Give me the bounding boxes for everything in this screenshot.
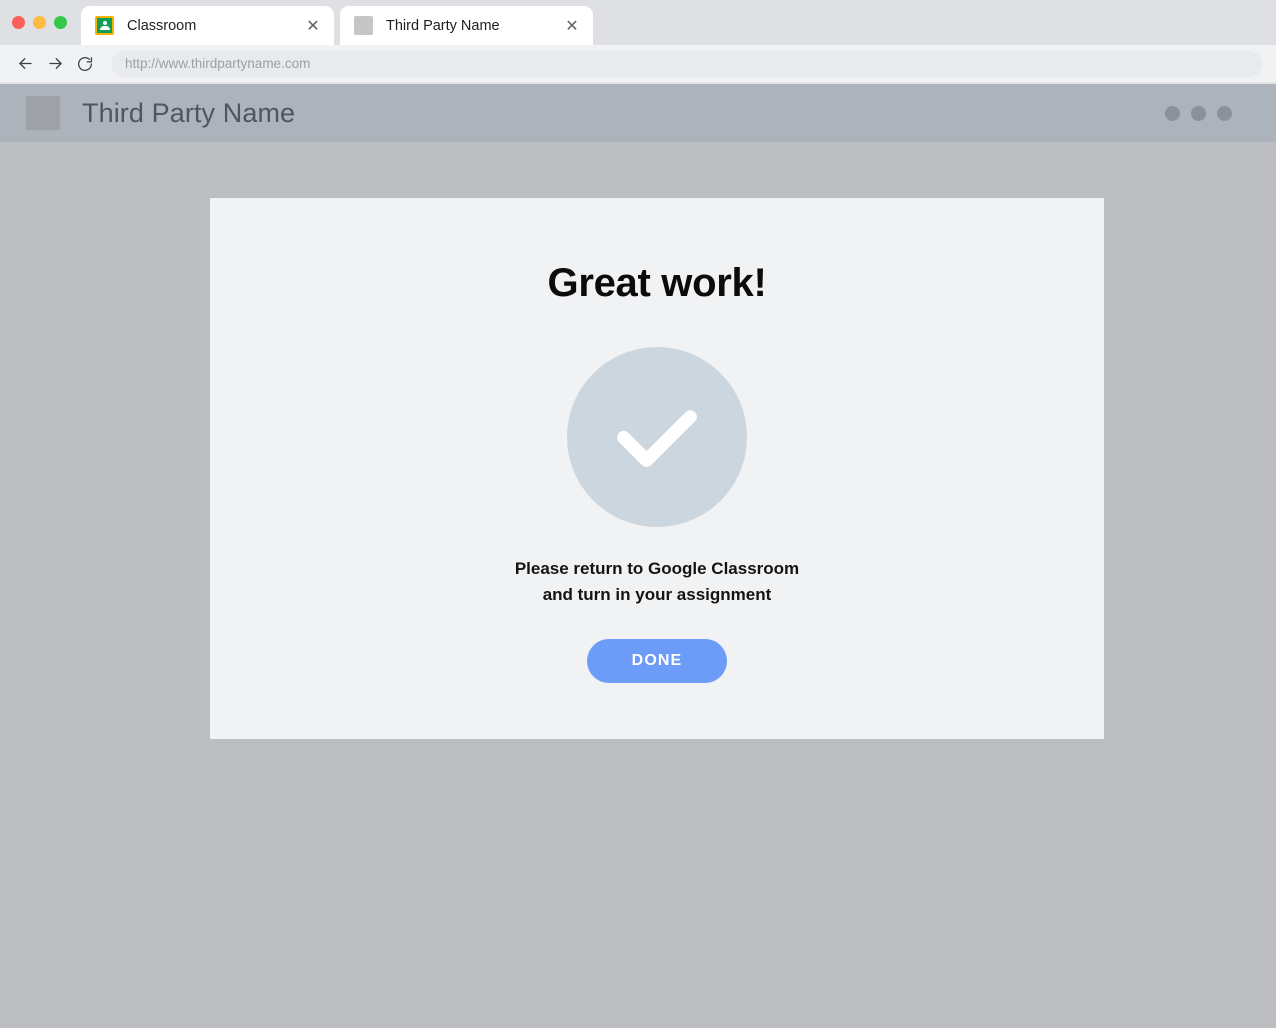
- browser-window: Classroom ✕ Third Party Name ✕ http://ww…: [0, 0, 1276, 1028]
- browser-tab-classroom[interactable]: Classroom ✕: [81, 6, 334, 45]
- nav-dot-icon[interactable]: [1191, 105, 1206, 121]
- minimize-window-button[interactable]: [33, 16, 46, 29]
- reload-icon[interactable]: [70, 49, 100, 79]
- nav-dot-icon[interactable]: [1217, 105, 1232, 121]
- page-title: Great work!: [547, 261, 767, 305]
- site-nav: [1165, 105, 1232, 121]
- address-bar-text: http://www.thirdpartyname.com: [125, 56, 311, 71]
- browser-tabs: Classroom ✕ Third Party Name ✕: [81, 6, 593, 45]
- completion-message-line-2: and turn in your assignment: [542, 585, 772, 604]
- done-button[interactable]: DONE: [587, 639, 727, 683]
- close-window-button[interactable]: [12, 16, 25, 29]
- browser-tab-strip: Classroom ✕ Third Party Name ✕: [0, 0, 1276, 45]
- site-header: Third Party Name: [0, 84, 1276, 142]
- arrow-right-icon[interactable]: [40, 49, 70, 79]
- page-viewport: Third Party Name Great work! Please retu…: [0, 84, 1276, 1028]
- browser-tab-title: Third Party Name: [386, 17, 500, 34]
- site-title: Third Party Name: [82, 97, 296, 128]
- maximize-window-button[interactable]: [54, 16, 67, 29]
- close-tab-icon[interactable]: ✕: [563, 17, 581, 35]
- completion-card: Great work! Please return to Google Clas…: [210, 198, 1104, 739]
- checkmark-icon: [567, 347, 747, 527]
- completion-message-line-1: Please return to Google Classroom: [514, 559, 800, 578]
- browser-toolbar: http://www.thirdpartyname.com: [0, 45, 1276, 82]
- nav-dot-icon[interactable]: [1165, 105, 1180, 121]
- arrow-left-icon[interactable]: [10, 49, 40, 79]
- close-tab-icon[interactable]: ✕: [304, 17, 322, 35]
- browser-tab-title: Classroom: [127, 17, 197, 34]
- google-classroom-icon: [95, 16, 114, 35]
- address-bar[interactable]: http://www.thirdpartyname.com: [111, 50, 1262, 77]
- window-traffic-lights: [12, 16, 67, 29]
- site-logo-placeholder: [26, 96, 60, 130]
- browser-tab-third-party-name[interactable]: Third Party Name ✕: [340, 6, 593, 45]
- generic-site-icon: [354, 16, 373, 35]
- completion-message: Please return to Google Classroom and tu…: [515, 556, 799, 608]
